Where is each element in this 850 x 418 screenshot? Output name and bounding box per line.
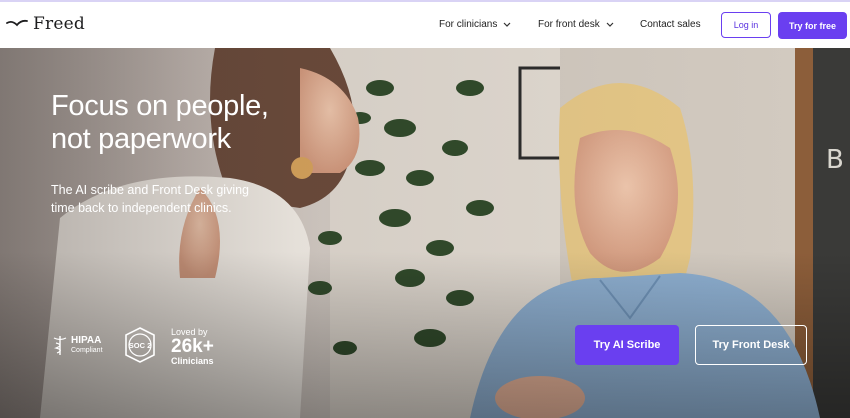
loved-by-suffix: Clinicians xyxy=(171,356,214,366)
nav-contact-sales-label: Contact sales xyxy=(640,19,701,30)
bird-logo-icon xyxy=(6,19,28,27)
soc2-label: SOC 2 xyxy=(129,341,152,350)
try-front-desk-button[interactable]: Try Front Desk xyxy=(695,325,807,365)
try-for-free-button[interactable]: Try for free xyxy=(778,12,847,39)
hipaa-title: HIPAA xyxy=(71,334,102,346)
nav-for-clinicians[interactable]: For clinicians xyxy=(439,19,511,30)
try-ai-scribe-button[interactable]: Try AI Scribe xyxy=(575,325,679,365)
hero-subhead: The AI scribe and Front Desk giving time… xyxy=(51,183,250,215)
nav-for-front-desk-label: For front desk xyxy=(538,19,600,30)
caduceus-icon xyxy=(53,336,67,355)
hero-headline: Focus on people, not paperwork xyxy=(51,90,269,155)
hipaa-subtitle: Compliant xyxy=(71,346,103,354)
chevron-down-icon xyxy=(503,22,511,27)
hero-section: B Focus on people, not paperwork The AI … xyxy=(0,48,850,418)
loved-by-count: 26k+ xyxy=(171,336,214,357)
loved-by-badge: Loved by 26k+ Clinicians xyxy=(171,327,214,366)
nav-contact-sales[interactable]: Contact sales xyxy=(640,19,701,30)
brand-name: Freed xyxy=(33,14,85,34)
nav-for-clinicians-label: For clinicians xyxy=(439,19,498,30)
freed-logo[interactable]: Freed xyxy=(6,14,85,34)
login-button[interactable]: Log in xyxy=(721,12,771,38)
nav-for-front-desk[interactable]: For front desk xyxy=(538,19,614,30)
chevron-down-icon xyxy=(606,22,614,27)
hipaa-badge: HIPAA Compliant xyxy=(52,334,103,356)
soc2-badge: SOC 2 xyxy=(125,327,155,363)
top-nav: Freed For clinicians For front desk Cont… xyxy=(0,0,850,48)
